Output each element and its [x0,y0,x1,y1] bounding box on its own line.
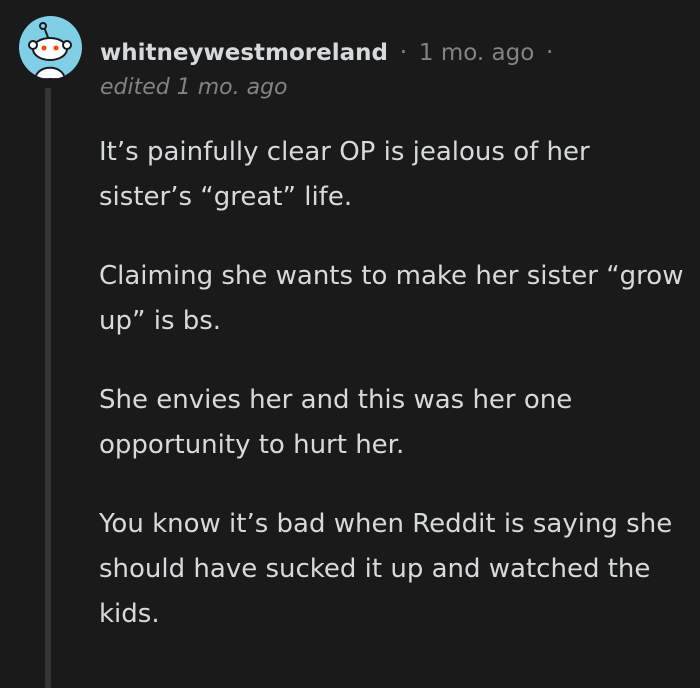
thread-collapse-line[interactable] [45,88,51,688]
avatar[interactable] [19,16,82,79]
comment: whitneywestmoreland · 1 mo. ago · edited… [0,0,700,688]
comment-paragraph: It’s painfully clear OP is jealous of he… [99,137,590,212]
edited-label: edited 1 mo. ago [100,75,288,100]
comment-body: It’s painfully clear OP is jealous of he… [99,130,689,671]
comment-paragraph: She envies her and this was her one oppo… [99,385,573,460]
comment-paragraph: You know it’s bad when Reddit is saying … [99,509,673,629]
meta-separator-trailing: · [545,38,554,66]
reddit-snoo-avatar-icon [28,22,72,79]
comment-paragraph: Claiming she wants to make her sister “g… [99,261,684,336]
comment-meta: whitneywestmoreland · 1 mo. ago · [100,34,558,71]
comment-timestamp[interactable]: 1 mo. ago [419,40,534,66]
meta-separator: · [399,38,408,66]
author-username[interactable]: whitneywestmoreland [100,40,388,66]
